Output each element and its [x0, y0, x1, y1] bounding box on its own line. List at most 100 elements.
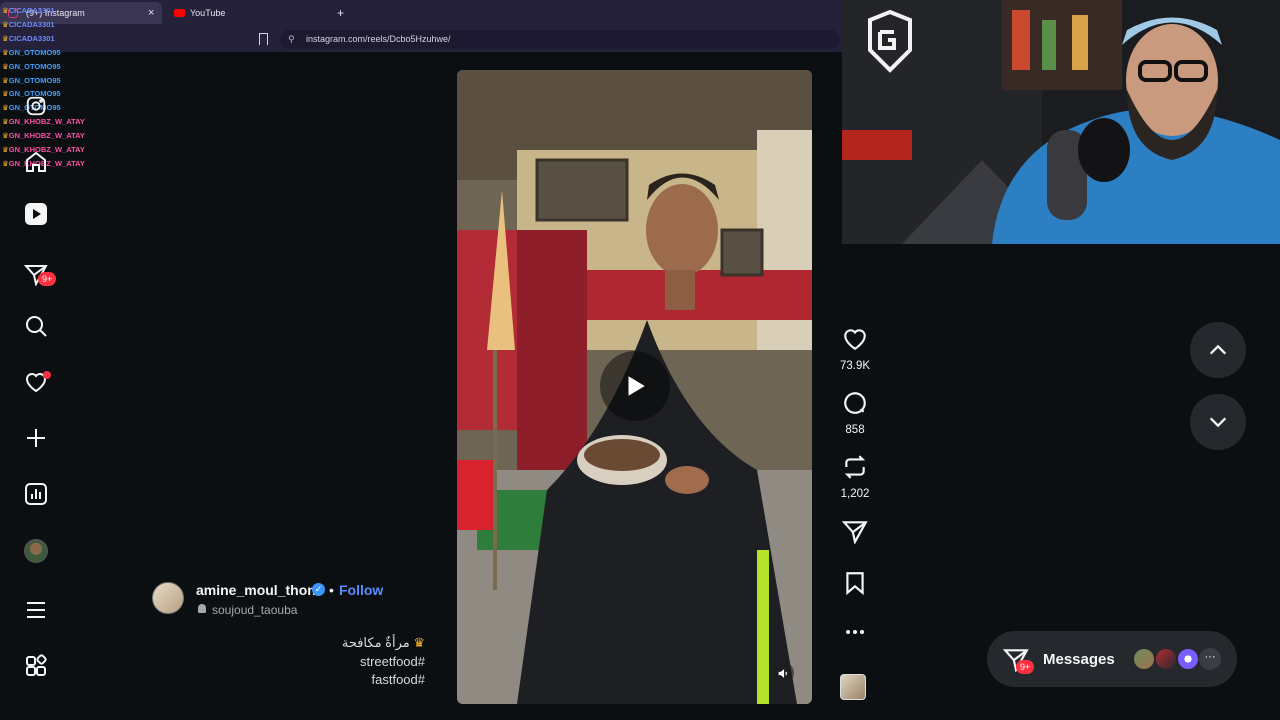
author-username[interactable]: amine_moul_thon — [196, 582, 316, 598]
like-count: 73.9K — [839, 360, 871, 372]
nav-notifications[interactable] — [20, 366, 52, 398]
messages-badge: 9+ — [1016, 660, 1035, 674]
gn-logo-icon — [868, 10, 912, 73]
conversation-avatar — [1133, 648, 1155, 670]
mute-button[interactable] — [772, 662, 794, 684]
chat-message: ♛CICADA3301 — [2, 32, 112, 46]
next-reel-button[interactable] — [1190, 394, 1246, 450]
notification-badge: 9+ — [38, 272, 57, 286]
speaker-icon — [778, 668, 787, 678]
search-icon — [26, 316, 47, 337]
nav-also-from-meta[interactable] — [20, 650, 52, 682]
chat-badge-icon: ♛ — [2, 131, 9, 141]
home-icon — [26, 151, 46, 172]
like-heart-icon[interactable] — [842, 326, 868, 352]
chat-badge-icon: ♛ — [2, 75, 9, 85]
chat-username: GN_OTOMO95 — [8, 61, 61, 71]
audio-thumbnail-image — [840, 674, 866, 700]
url-text: instagram.com/reels/Dcbo5Hzuhwe/ — [306, 34, 451, 44]
messages-pill[interactable]: 9+ Messages ··· — [987, 631, 1237, 687]
nav-search[interactable] — [20, 310, 52, 342]
chat-message: ♛CICADA3301 — [2, 4, 112, 18]
reel-author-info: amine_moul_thon ✓ • Follow soujoud_taoub… — [152, 582, 452, 622]
browser-chrome: (9+) Instagram × YouTube + ⚲ instagram.c… — [0, 0, 842, 52]
close-tab-icon[interactable]: × — [148, 2, 154, 24]
chat-message: ♛GN_KHOBZ_W_ATAY — [2, 115, 112, 129]
chat-badge-icon: ♛ — [2, 158, 9, 168]
chat-username: GN_KHOBZ_W_ATAY — [8, 131, 85, 141]
repost-icon[interactable] — [842, 454, 868, 480]
hamburger-menu-icon — [27, 602, 45, 618]
caption-hashtag[interactable]: streetfood# — [250, 653, 425, 672]
new-tab-button[interactable]: + — [337, 2, 344, 24]
chat-message: ♛GN_OTOMO95 — [2, 101, 112, 115]
conversation-avatar — [1155, 648, 1177, 670]
streamer-webcam-overlay — [842, 0, 1280, 244]
notification-dot — [43, 371, 51, 379]
share-action[interactable] — [840, 518, 870, 549]
more-conversations-icon: ··· — [1199, 648, 1221, 670]
save-action[interactable] — [840, 570, 870, 601]
nav-messages[interactable]: 9+ — [20, 258, 57, 290]
bookmark-icon[interactable] — [259, 33, 268, 45]
tab-youtube[interactable]: YouTube — [166, 2, 336, 24]
instagram-logo-icon — [26, 96, 46, 116]
comment-count: 858 — [845, 424, 865, 436]
nav-profile[interactable] — [20, 535, 52, 567]
stream-chat-overlay: ♛CICADA3301 ♛CICADA3301 ♛CICADA3301 ♛GN_OTO… — [2, 4, 112, 171]
chat-message: ♛CICADA3301 — [2, 18, 112, 32]
site-info-icon[interactable]: ⚲ — [288, 30, 295, 49]
chat-badge-icon: ♛ — [2, 47, 9, 57]
comment-icon[interactable] — [842, 390, 868, 416]
nav-more[interactable] — [20, 594, 52, 626]
conversation-avatar — [1177, 648, 1199, 670]
reel-caption: ♛ مرأةٌ مكافحة streetfood# fastfood# — [250, 634, 425, 690]
more-dots-icon — [846, 630, 864, 634]
chat-message: ♛GN_KHOBZ_W_ATAY — [2, 157, 112, 171]
profile-avatar — [24, 539, 48, 563]
messages-label: Messages — [1043, 651, 1115, 668]
caption-hashtag[interactable]: fastfood# — [250, 671, 426, 690]
repost-action: 1,202 — [840, 454, 870, 500]
plus-icon — [27, 429, 45, 447]
nav-reels[interactable] — [20, 198, 52, 230]
nav-dashboard[interactable] — [20, 478, 52, 510]
chat-badge-icon: ♛ — [2, 6, 9, 15]
previous-reel-button[interactable] — [1190, 322, 1246, 378]
youtube-tab-icon — [174, 9, 185, 17]
nav-instagram-logo[interactable] — [20, 90, 52, 122]
audio-person-icon — [198, 604, 206, 613]
chat-username: CICADA3301 — [8, 19, 55, 29]
reels-icon — [25, 203, 47, 225]
tab-label: YouTube — [190, 8, 226, 18]
address-bar[interactable]: ⚲ instagram.com/reels/Dcbo5Hzuhwe/ — [280, 30, 840, 49]
nav-home[interactable] — [20, 146, 52, 178]
chat-badge-icon: ♛ — [2, 89, 9, 99]
chat-message: ♛GN_OTOMO95 — [2, 60, 112, 74]
chat-badge-icon: ♛ — [2, 103, 9, 113]
crown-emoji-icon: ♛ — [413, 635, 425, 650]
audio-thumbnail[interactable] — [840, 674, 870, 700]
comment-action: 858 — [840, 390, 870, 436]
caption-line-1: ♛ مرأةٌ مكافحة — [341, 635, 425, 650]
nav-create[interactable] — [20, 422, 52, 454]
chat-badge-icon: ♛ — [2, 145, 9, 155]
author-avatar[interactable] — [152, 582, 184, 614]
play-button[interactable] — [600, 351, 670, 421]
chat-message: ♛GN_OTOMO95 — [2, 46, 112, 60]
chat-message: ♛GN_OTOMO95 — [2, 74, 112, 88]
chat-badge-icon: ♛ — [2, 33, 9, 43]
share-send-icon — [841, 521, 868, 545]
chat-username: GN_OTOMO95 — [8, 47, 61, 57]
chat-username: GN_OTOMO95 — [8, 75, 61, 85]
chat-badge-icon: ♛ — [2, 117, 9, 127]
reel-video-player[interactable] — [457, 70, 812, 704]
more-options-action[interactable] — [840, 622, 870, 647]
verified-badge-icon: ✓ — [312, 583, 325, 596]
chat-badge-icon: ♛ — [2, 19, 9, 29]
bookmark-save-icon — [846, 572, 864, 596]
follow-separator: • — [329, 582, 334, 598]
chat-badge-icon: ♛ — [2, 61, 9, 71]
follow-button[interactable]: Follow — [339, 582, 383, 598]
audio-name[interactable]: soujoud_taouba — [212, 603, 297, 617]
